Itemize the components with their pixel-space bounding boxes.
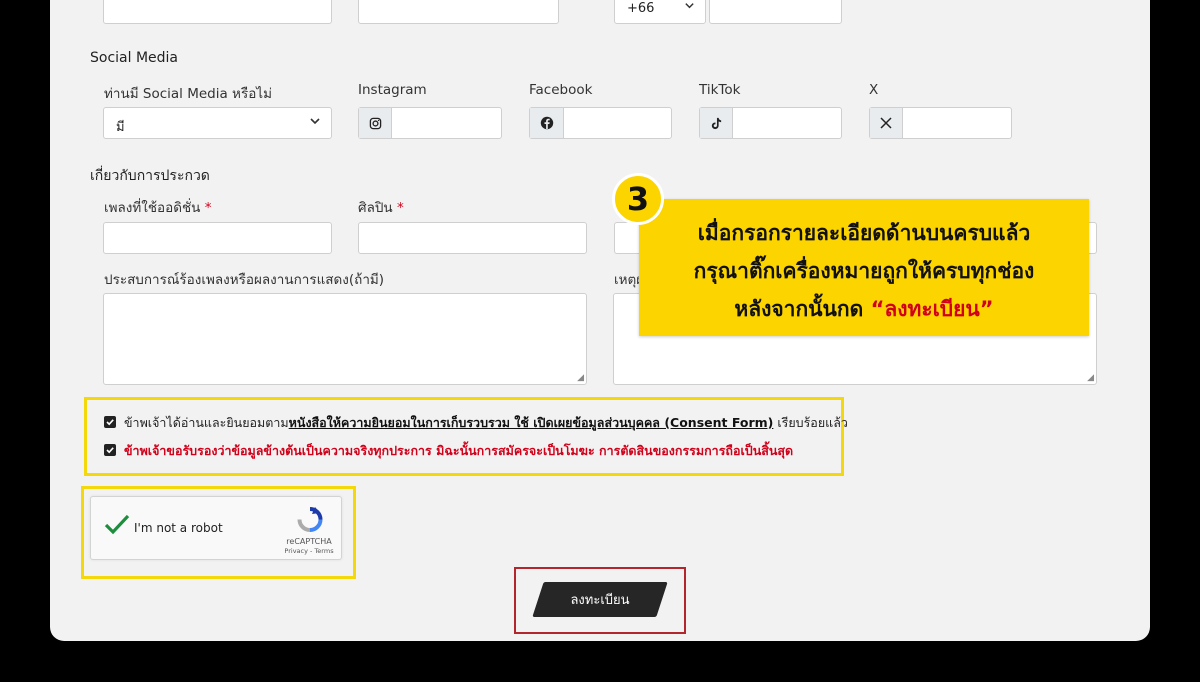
artist-label: ศิลปิน * [358, 196, 404, 218]
recaptcha-logo-icon [295, 506, 325, 538]
x-input[interactable] [869, 107, 1012, 139]
certify-line: ข้าพเจ้าขอรับรองว่าข้อมูลข้างต้นเป็นความ… [124, 443, 794, 458]
callout-line-1: เมื่อกรอกรายละเอียดด้านบนครบแล้ว [697, 221, 1031, 245]
instagram-icon [359, 108, 392, 138]
contest-section-title: เกี่ยวกับการประกวด [90, 168, 210, 184]
country-code-select[interactable]: +66 [614, 0, 706, 24]
song-label: เพลงที่ใช้ออดิชั่น * [104, 196, 211, 218]
required-mark: * [204, 200, 212, 216]
top-input-2[interactable] [358, 0, 559, 24]
submit-button[interactable]: ลงทะเบียน [538, 582, 662, 617]
callout-line-3: หลังจากนั้นกด “ลงทะเบียน” [639, 293, 1089, 326]
artist-input[interactable] [358, 222, 587, 254]
consent-form-link[interactable]: หนังสือให้ความยินยอมในการเก็บรวบรวม ใช้ … [289, 415, 774, 430]
song-input[interactable] [103, 222, 332, 254]
chevron-down-icon [309, 115, 321, 131]
experience-label: ประสบการณ์ร้องเพลงหรือผลงานการแสดง(ถ้ามี… [104, 272, 385, 288]
resize-handle-icon[interactable]: ◢ [577, 373, 584, 383]
callout-line-2: กรุณาติ๊กเครื่องหมายถูกให้ครบทุกช่อง [693, 259, 1035, 283]
top-input-1[interactable] [103, 0, 332, 24]
facebook-label: Facebook [529, 82, 593, 98]
social-section-title: Social Media [90, 50, 179, 66]
callout-line-3-prefix: หลังจากนั้นกด [734, 297, 871, 321]
step-number-badge: 3 [612, 173, 664, 225]
x-icon [870, 108, 903, 138]
consent-line-1: ข้าพเจ้าได้อ่านและยินยอมตามหนังสือให้ควา… [124, 413, 848, 433]
phone-input[interactable] [709, 0, 842, 24]
certify-checkbox[interactable] [104, 444, 116, 456]
instruction-callout: เมื่อกรอกรายละเอียดด้านบนครบแล้ว กรุณาติ… [639, 199, 1089, 336]
consent-suffix: เรียบร้อยแล้ว [773, 415, 848, 430]
tiktok-label: TikTok [699, 82, 741, 98]
consent-highlight [84, 397, 844, 476]
captcha-label: I'm not a robot [134, 521, 223, 535]
callout-highlight-text: “ลงทะเบียน” [870, 297, 994, 321]
consent-prefix: ข้าพเจ้าได้อ่านและยินยอมตาม [124, 415, 289, 430]
has-social-select[interactable]: มี [103, 107, 332, 139]
required-mark: * [396, 200, 404, 216]
checkmark-icon[interactable] [103, 513, 131, 541]
chevron-down-icon [684, 0, 695, 15]
instagram-label: Instagram [358, 82, 427, 98]
tiktok-icon [700, 108, 733, 138]
facebook-icon [530, 108, 564, 138]
recaptcha-brand: reCAPTCHA [286, 537, 332, 546]
artist-label-text: ศิลปิน [358, 200, 393, 216]
tiktok-input[interactable] [699, 107, 842, 139]
resize-handle-icon[interactable]: ◢ [1087, 373, 1094, 383]
recaptcha-links[interactable]: Privacy - Terms [279, 547, 339, 555]
x-label: X [869, 82, 879, 98]
instagram-input[interactable] [358, 107, 502, 139]
song-label-text: เพลงที่ใช้ออดิชั่น [104, 200, 201, 216]
has-social-value: มี [116, 120, 125, 135]
facebook-input[interactable] [529, 107, 672, 139]
country-code-value: +66 [627, 1, 655, 16]
has-social-label: ท่านมี Social Media หรือไม่ [104, 86, 272, 102]
recaptcha-widget[interactable]: I'm not a robot reCAPTCHA Privacy - Term… [90, 496, 342, 560]
experience-textarea[interactable]: ◢ [103, 293, 587, 385]
consent-checkbox[interactable] [104, 416, 116, 428]
